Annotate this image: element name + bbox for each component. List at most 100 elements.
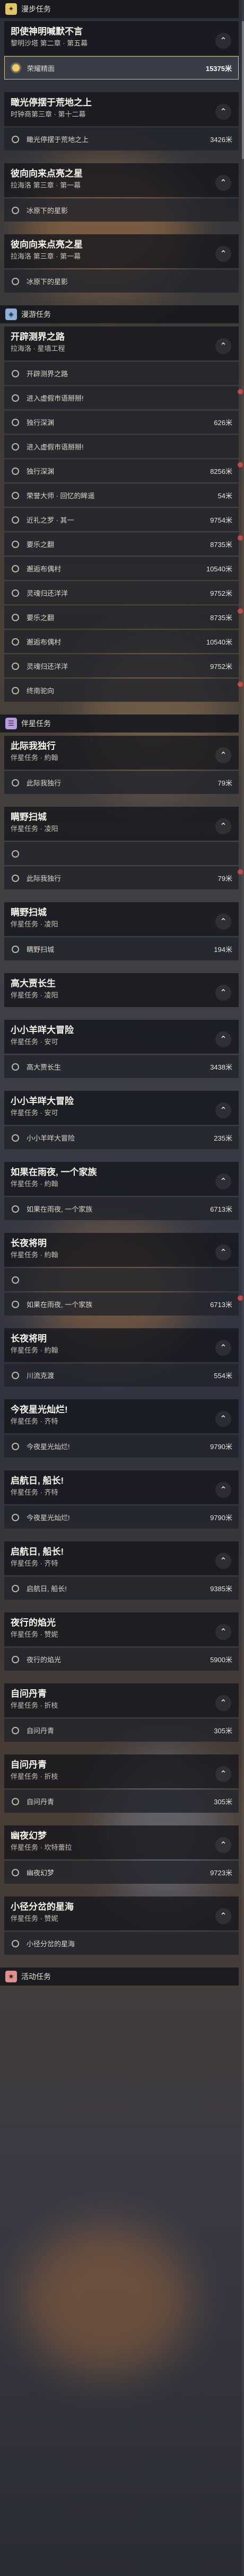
- quest-step[interactable]: 瞒野扫城 194米: [4, 937, 239, 960]
- chevron-up-icon[interactable]: ⌃: [215, 1411, 231, 1427]
- quest-step[interactable]: 川流克渡 554米: [4, 1363, 239, 1387]
- quest-card[interactable]: 小小羊咩大冒险 伴星任务 · 安可 ⌃: [4, 1020, 239, 1054]
- quest-card[interactable]: 瞰光停摆于荒地之上 时钟商第三章 · 第十二幕 ⌃: [4, 92, 239, 126]
- quest-step[interactable]: 进入虚假市语掰掰!: [4, 435, 239, 458]
- step-distance: 305米: [214, 1727, 232, 1735]
- quest-subtitle: 伴星任务 · 齐特: [11, 1488, 58, 1496]
- quest-title: 幽夜幻梦: [11, 1831, 47, 1841]
- chevron-up-icon[interactable]: ⌃: [215, 1908, 231, 1924]
- chevron-up-icon[interactable]: ⌃: [215, 1245, 231, 1260]
- quest-step[interactable]: 启航日, 船长! 9385米: [4, 1576, 239, 1600]
- chevron-up-icon[interactable]: ⌃: [215, 1553, 231, 1569]
- quest-card[interactable]: 彼向向来点亮之星 拉海洛 第三章 · 第一幕 ⌃: [4, 234, 239, 268]
- quest-step[interactable]: 要乐之翻 8735米: [4, 605, 239, 629]
- quest-card[interactable]: 启航日, 船长! 伴星任务 · 齐特 ⌃: [4, 1541, 239, 1575]
- notification-dot: [238, 682, 243, 687]
- quest-card[interactable]: 启航日, 船长! 伴星任务 · 齐特 ⌃: [4, 1470, 239, 1504]
- quest-step[interactable]: 夜行的焰光 5900米: [4, 1647, 239, 1671]
- quest-card[interactable]: 自问丹青 伴星任务 · 折枝 ⌃: [4, 1683, 239, 1717]
- step-marker-icon: [12, 277, 19, 285]
- quest-step[interactable]: 独行深渊 626米: [4, 410, 239, 434]
- chevron-up-icon[interactable]: ⌃: [215, 338, 231, 354]
- quest-step[interactable]: [4, 1268, 239, 1291]
- chevron-up-icon[interactable]: ⌃: [215, 1174, 231, 1189]
- quest-step[interactable]: 邂逅布偶村 10540米: [4, 557, 239, 580]
- quest-step[interactable]: 灵魂归还洋洋 9752米: [4, 654, 239, 677]
- section-header-main[interactable]: ✦ 漫步任务: [0, 0, 239, 18]
- chevron-up-icon[interactable]: ⌃: [215, 1340, 231, 1356]
- quest-card[interactable]: 幽夜幻梦伴星任务 · 坎特蕾拉 ⌃: [4, 1825, 239, 1859]
- chevron-up-icon[interactable]: ⌃: [215, 1837, 231, 1853]
- quest-step[interactable]: 荣耀精面 15375米: [4, 56, 239, 80]
- step-marker-icon: [12, 638, 19, 646]
- quest-step[interactable]: 高大贾长生 3438米: [4, 1055, 239, 1078]
- quest-card[interactable]: 夜行的焰光 伴星任务 · 赞妮 ⌃: [4, 1612, 239, 1646]
- quest-card[interactable]: 即使神明喊默不言 黎明沙塔 第二章 · 第五幕 ⌃: [4, 21, 239, 55]
- section-header-event[interactable]: ★ 活动任务: [0, 1968, 239, 1986]
- quest-card[interactable]: 开辟测界之路 拉海洛 · 星墙工程 ⌃: [4, 327, 239, 360]
- chevron-up-icon[interactable]: ⌃: [215, 914, 231, 930]
- quest-step[interactable]: 小径分岔的星海: [4, 1931, 239, 1955]
- step-marker-icon: [12, 369, 19, 377]
- quest-card[interactable]: 长夜将明 伴星任务 · 約翰 ⌃: [4, 1328, 239, 1362]
- quest-step[interactable]: 自问丹青 305米: [4, 1718, 239, 1742]
- quest-step[interactable]: 幽夜幻梦 9723米: [4, 1860, 239, 1884]
- quest-title: 今夜星光灿烂!: [11, 1405, 68, 1415]
- quest-step[interactable]: 开辟测界之路: [4, 361, 239, 385]
- quest-card[interactable]: 彼向向来点亮之星 拉海洛 第三章 · 第一幕 ⌃: [4, 163, 239, 197]
- quest-card[interactable]: 瞒野扫城 伴星任务 · 凌阳 ⌃: [4, 902, 239, 936]
- quest-card[interactable]: 小径分岔的星海 伴星任务 · 赞妮 ⌃: [4, 1896, 239, 1930]
- quest-step[interactable]: 此际我独行 79米: [4, 771, 239, 794]
- quest-step[interactable]: 如果在雨夜, 一个家族 6713米: [4, 1197, 239, 1220]
- quest-step[interactable]: 自问丹青 305米: [4, 1789, 239, 1813]
- chevron-up-icon[interactable]: ⌃: [215, 1031, 231, 1047]
- quest-step[interactable]: 灵魂归还洋洋 9752米: [4, 581, 239, 604]
- step-distance: 54米: [217, 492, 232, 500]
- chevron-up-icon[interactable]: ⌃: [215, 818, 231, 834]
- chevron-up-icon[interactable]: ⌃: [215, 104, 231, 120]
- chevron-up-icon[interactable]: ⌃: [215, 175, 231, 191]
- chevron-up-icon[interactable]: ⌃: [215, 985, 231, 1001]
- quest-step[interactable]: 荣誉大师 · 回忆的眸遥 54米: [4, 483, 239, 507]
- quest-card[interactable]: 瞒野扫城 伴星任务 · 凌阳 ⌃: [4, 807, 239, 841]
- quest-card[interactable]: 小小羊咩大冒险 伴星任务 · 安可 ⌃: [4, 1091, 239, 1125]
- step-distance: 235米: [214, 1134, 232, 1142]
- quest-step[interactable]: 邂逅布偶村 10540米: [4, 630, 239, 653]
- main-quest-icon: ✦: [5, 3, 17, 15]
- chevron-up-icon[interactable]: ⌃: [215, 1624, 231, 1640]
- quest-card[interactable]: 如果在雨夜, 一个家族 伴星任务 · 約翰 ⌃: [4, 1162, 239, 1196]
- chevron-up-icon[interactable]: ⌃: [215, 747, 231, 763]
- chevron-up-icon[interactable]: ⌃: [215, 1102, 231, 1118]
- quest-step[interactable]: 冰原下的星影: [4, 198, 239, 222]
- chevron-up-icon[interactable]: ⌃: [215, 1766, 231, 1782]
- quest-step[interactable]: 今夜星光灿烂! 9790米: [4, 1434, 239, 1458]
- quest-step[interactable]: 此际我独行 79米: [4, 866, 239, 889]
- section-header-side[interactable]: ☰ 伴星任务: [0, 714, 239, 733]
- scrollbar-thumb[interactable]: [242, 21, 244, 159]
- quest-step[interactable]: [4, 842, 239, 865]
- quest-step[interactable]: 冰原下的星影: [4, 269, 239, 293]
- scrollbar[interactable]: [242, 0, 244, 2576]
- quest-subtitle: 伴星任务 · 坎特蕾拉: [11, 1843, 72, 1851]
- quest-card[interactable]: 高大贾长生 伴星任务 · 凌阳 ⌃: [4, 973, 239, 1007]
- chevron-up-icon[interactable]: ⌃: [215, 246, 231, 262]
- quest-title: 即使神明喊默不言: [11, 27, 83, 37]
- quest-step[interactable]: 如果在雨夜, 一个家族 6713米: [4, 1292, 239, 1316]
- chevron-up-icon[interactable]: ⌃: [215, 1482, 231, 1498]
- quest-card[interactable]: 此际我独行 伴星任务 · 約翰 ⌃: [4, 736, 239, 770]
- section-header-explore[interactable]: ◈ 漫游任务: [0, 305, 239, 323]
- quest-subtitle: 伴星任务 · 約翰: [11, 1180, 58, 1188]
- quest-step[interactable]: 小小羊咩大冒险 235米: [4, 1126, 239, 1149]
- quest-step[interactable]: 独行深渊 8256米: [4, 459, 239, 482]
- quest-step[interactable]: 今夜星光灿烂! 9790米: [4, 1505, 239, 1529]
- chevron-up-icon[interactable]: ⌃: [215, 1695, 231, 1711]
- quest-step[interactable]: 要乐之翻 8735米: [4, 532, 239, 555]
- quest-step[interactable]: 进入虚假市语掰掰!: [4, 386, 239, 409]
- quest-step[interactable]: 瞰光停摆于荒地之上 3426米: [4, 127, 239, 151]
- quest-card[interactable]: 长夜将明 伴星任务 · 約翰 ⌃: [4, 1233, 239, 1267]
- quest-card[interactable]: 自问丹青 伴星任务 · 折枝 ⌃: [4, 1754, 239, 1788]
- quest-card[interactable]: 今夜星光灿烂! 伴星任务 · 齐特 ⌃: [4, 1399, 239, 1433]
- chevron-up-icon[interactable]: ⌃: [215, 33, 231, 49]
- quest-step[interactable]: 近礼之罗 · 其一 9754米: [4, 508, 239, 531]
- quest-step[interactable]: 终南驼向: [4, 678, 239, 702]
